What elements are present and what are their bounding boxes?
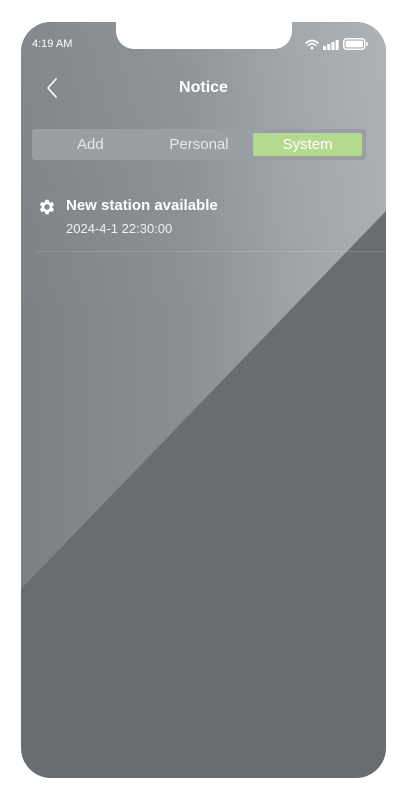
phone-notch — [116, 22, 292, 49]
phone-screen: 4:19 AM Notice Add Personal System New s… — [21, 22, 386, 778]
wifi-icon — [305, 35, 319, 54]
tab-personal[interactable]: Personal — [145, 133, 254, 156]
status-time: 4:19 AM — [32, 38, 73, 50]
tab-bar: Add Personal System — [32, 129, 366, 160]
tab-add[interactable]: Add — [36, 133, 145, 156]
gear-icon — [38, 198, 56, 216]
page-title: Notice — [179, 79, 228, 96]
list-item[interactable]: New station available 2024-4-1 22:30:00 — [37, 194, 386, 252]
notice-timestamp: 2024-4-1 22:30:00 — [66, 221, 173, 236]
notice-title: New station available — [66, 197, 218, 214]
signal-icon — [323, 35, 339, 54]
battery-icon — [343, 35, 368, 54]
status-icons — [305, 35, 368, 54]
tab-system[interactable]: System — [253, 133, 363, 156]
